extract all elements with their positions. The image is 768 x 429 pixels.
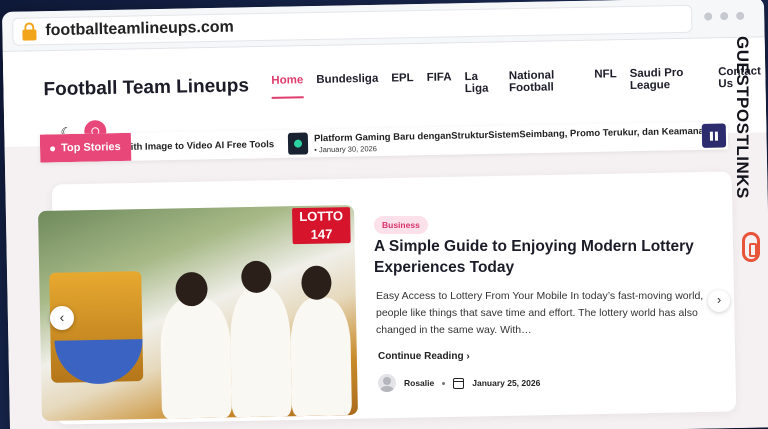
featured-post-image[interactable]: LOTTO 147 (38, 204, 358, 422)
person-head (301, 265, 332, 301)
continue-reading-link[interactable]: Continue Reading › (378, 351, 470, 362)
person-figure (229, 286, 292, 418)
nav-home[interactable]: Home (271, 74, 304, 99)
post-meta: Rosalie January 25, 2026 (378, 374, 540, 392)
pause-button[interactable] (701, 123, 727, 148)
main-nav: Home Bundesliga EPL FIFA La Liga Nationa… (271, 65, 765, 99)
category-badge[interactable]: Business (374, 216, 428, 234)
post-title[interactable]: A Simple Guide to Enjoying Modern Lotter… (374, 236, 694, 278)
guestpostlinks-watermark: GUESTPOSTLINKS (733, 36, 766, 262)
author-name[interactable]: Rosalie (404, 378, 434, 388)
nav-bundesliga[interactable]: Bundesliga (316, 73, 378, 98)
nav-epl[interactable]: EPL (391, 72, 414, 96)
slider-prev-button[interactable]: ‹ (50, 306, 74, 330)
separator-dot (442, 381, 446, 385)
nav-fifa[interactable]: FIFA (427, 71, 452, 95)
person-figure (289, 297, 352, 417)
window-dot-icon[interactable] (720, 12, 729, 21)
calendar-icon (453, 377, 465, 389)
post-excerpt: Easy Access to Lottery From Your Mobile … (376, 290, 704, 336)
url-text: footballteamlineups.com (45, 18, 234, 39)
nav-nfl[interactable]: NFL (594, 68, 617, 92)
lock-icon (21, 21, 37, 41)
dot-icon (50, 145, 56, 151)
avatar[interactable] (378, 374, 396, 392)
ticker-thumbnail (287, 132, 309, 155)
nav-national-football[interactable]: National Football (509, 69, 582, 94)
window-dot-icon[interactable] (736, 11, 745, 20)
ticker-item[interactable]: Platform Gaming Baru denganStrukturSiste… (287, 125, 702, 155)
url-field[interactable]: footballteamlineups.com (12, 4, 693, 46)
nav-la-liga[interactable]: La Liga (464, 71, 496, 95)
window-dot-icon[interactable] (704, 12, 713, 21)
post-date: January 25, 2026 (472, 378, 541, 388)
lotto-banner: LOTTO 147 (292, 207, 351, 245)
top-stories-text: Top Stories (60, 141, 121, 155)
chain-link-icon (742, 232, 760, 262)
nav-saudi-pro-league[interactable]: Saudi Pro League (630, 67, 706, 92)
site-title[interactable]: Football Team Lineups (43, 75, 249, 101)
top-stories-label: Top Stories (39, 132, 132, 163)
person-figure (159, 297, 233, 419)
watermark-text: GUESTPOSTLINKS (733, 36, 752, 199)
window-controls (704, 11, 745, 21)
ticker-item[interactable]: ith Image to Video AI Free Tools (131, 139, 275, 153)
